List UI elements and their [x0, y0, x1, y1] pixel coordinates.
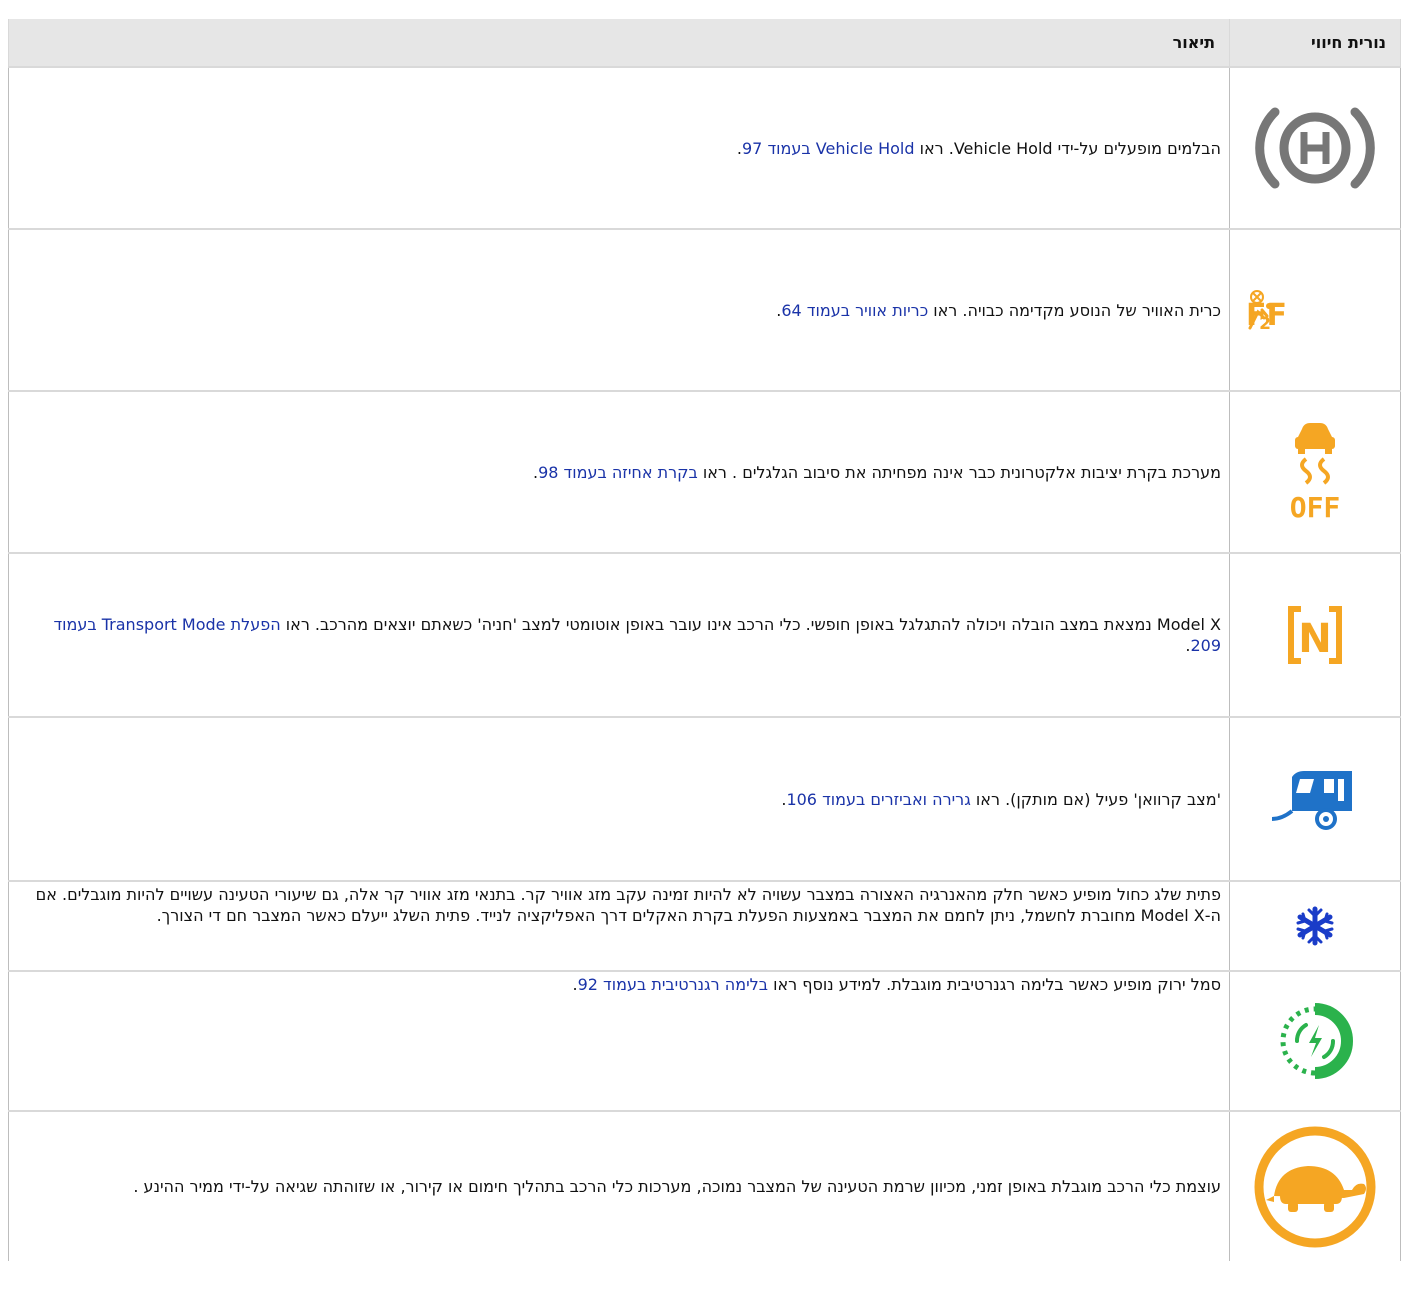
description-cell: 'מצב קרוואן' פעיל (אם מותקן). ראו גרירה …: [8, 716, 1230, 881]
description-text: סמל ירוק מופיע כאשר בלימה רגנרטיבית מוגב…: [768, 975, 1221, 994]
transport-mode-icon: N: [1288, 606, 1342, 664]
page-reference-link[interactable]: בקרת אחיזה בעמוד 98: [538, 463, 698, 482]
passenger-airbag-off-icon: 2 OFF: [1247, 290, 1287, 332]
page-reference-link[interactable]: בלימה רגנרטיבית בעמוד 92: [578, 975, 768, 994]
traction-control-off-icon: OFF: [1290, 423, 1340, 521]
indicator-table: נורית חיווי תיאור הבלמים מופעלים על-ידי …: [8, 19, 1401, 1261]
regen-braking-limited-icon: [1280, 1003, 1353, 1079]
table-header-row: נורית חיווי תיאור: [8, 19, 1401, 67]
icon-cell: [1229, 716, 1401, 881]
icon-cell: 2 OFF: [1229, 228, 1401, 391]
description-cell: פתית שלג כחול מופיע כאשר חלק מהאנרגיה הא…: [8, 880, 1230, 971]
description-text: Model X נמצאת במצב הובלה ויכולה להתגלגל …: [280, 615, 1221, 634]
table-row: עוצמת כלי הרכב מוגבלת באופן זמני, מכיוון…: [8, 1110, 1401, 1261]
icon-cell: [1229, 1110, 1401, 1261]
traction-off-label: OFF: [1290, 491, 1340, 521]
header-description: תיאור: [8, 19, 1230, 67]
table-row: פתית שלג כחול מופיע כאשר חלק מהאנרגיה הא…: [8, 880, 1401, 971]
table-row: 2 OFF כרית האוויר של הנוסע מקדימה כבויה.…: [8, 228, 1401, 391]
table-row: N Model X נמצאת במצב הובלה ויכולה להתגלג…: [8, 552, 1401, 717]
page-reference-link[interactable]: Vehicle Hold בעמוד 97: [742, 139, 915, 158]
table-row: הבלמים מופעלים על-ידי Vehicle Hold. ראו …: [8, 66, 1401, 229]
turtle-icon: [1254, 1126, 1376, 1247]
description-cell: עוצמת כלי הרכב מוגבלת באופן זמני, מכיוון…: [8, 1110, 1230, 1261]
description-text: כרית האוויר של הנוסע מקדימה כבויה. ראו: [928, 300, 1221, 320]
vehicle-hold-icon: [1255, 107, 1375, 189]
page-reference-link[interactable]: גרירה ואביזרים בעמוד 106: [786, 790, 970, 809]
table-row: 'מצב קרוואן' פעיל (אם מותקן). ראו גרירה …: [8, 716, 1401, 881]
icon-cell: OFF: [1229, 390, 1401, 553]
icon-cell: N: [1229, 552, 1401, 717]
header-indicator-light: נורית חיווי: [1229, 19, 1401, 67]
description-text: עוצמת כלי הרכב מוגבלת באופן זמני, מכיוון…: [133, 1177, 1221, 1196]
indicator-table-container: נורית חיווי תיאור הבלמים מופעלים על-ידי …: [8, 19, 1401, 1261]
description-cell: סמל ירוק מופיע כאשר בלימה רגנרטיבית מוגב…: [8, 970, 1230, 1111]
table-row: סמל ירוק מופיע כאשר בלימה רגנרטיבית מוגב…: [8, 970, 1401, 1111]
description-cell: Model X נמצאת במצב הובלה ויכולה להתגלגל …: [8, 552, 1230, 717]
description-cell: הבלמים מופעלים על-ידי Vehicle Hold. ראו …: [8, 66, 1230, 229]
description-text: מערכת בקרת יציבות אלקטרונית כבר אינה מפח…: [697, 462, 1221, 482]
table-row: OFF מערכת בקרת יציבות אלקטרונית כבר אינה…: [8, 390, 1401, 553]
description-cell: מערכת בקרת יציבות אלקטרונית כבר אינה מפח…: [8, 390, 1230, 553]
description-cell: כרית האוויר של הנוסע מקדימה כבויה. ראו כ…: [8, 228, 1230, 391]
icon-cell: [1229, 880, 1401, 971]
page-reference-link[interactable]: כריות אוויר בעמוד 64: [781, 301, 928, 320]
snowflake-icon: [1296, 906, 1334, 946]
trailer-mode-icon: [1271, 771, 1352, 830]
description-text: הבלמים מופעלים על-ידי Vehicle Hold. ראו: [914, 138, 1221, 158]
transport-mode-letter: N: [1298, 616, 1331, 662]
description-text: פתית שלג כחול מופיע כאשר חלק מהאנרגיה הא…: [35, 885, 1221, 925]
description-text: 'מצב קרוואן' פעיל (אם מותקן). ראו: [970, 789, 1221, 809]
icon-cell: [1229, 970, 1401, 1111]
icon-cell: [1229, 66, 1401, 229]
airbag-off-label: OFF: [1247, 298, 1287, 332]
